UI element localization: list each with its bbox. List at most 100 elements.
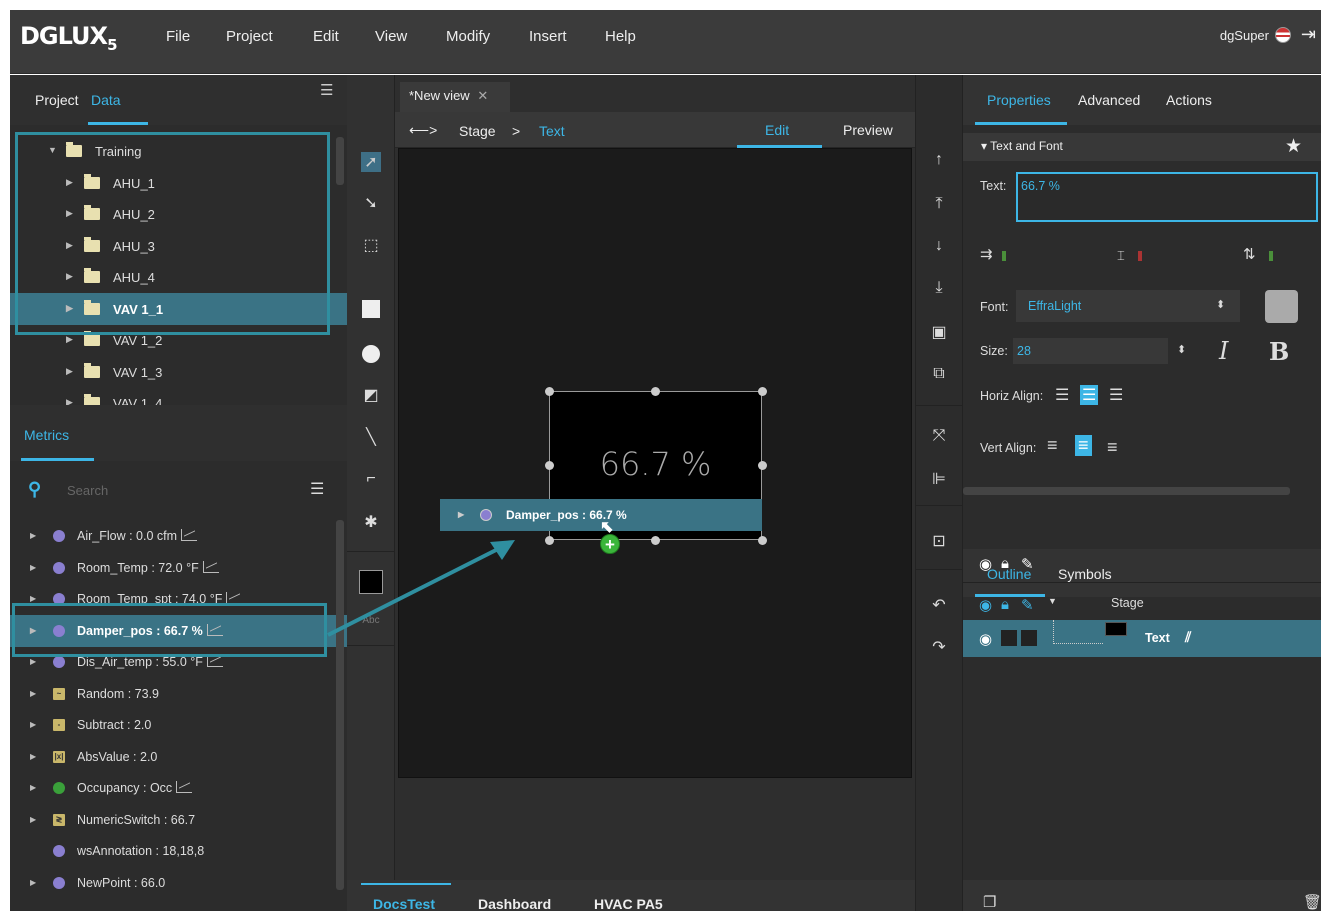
metric-item[interactable]: ▶ Occupancy : Occ — [10, 772, 347, 804]
lock-icon[interactable]: 🔒︎ — [1001, 555, 1009, 572]
wrap-icon[interactable]: ⇉ — [980, 245, 993, 263]
text-box-icon[interactable]: ⌶ — [1117, 248, 1125, 264]
stage-visibility-icon[interactable]: ◉ — [979, 596, 992, 614]
expand-arrow-icon[interactable]: ▶ — [30, 689, 36, 698]
tree-scrollbar[interactable] — [336, 137, 344, 185]
tab-data[interactable]: Data — [91, 92, 121, 108]
expand-arrow-icon[interactable]: ▶ — [66, 334, 73, 345]
duplicate-icon[interactable]: ❐ — [983, 893, 996, 911]
polygon-tool-icon[interactable]: ◩ — [361, 385, 381, 405]
align-bottom-icon[interactable]: ≡ — [1107, 437, 1118, 458]
redo-icon[interactable]: ↷ — [929, 637, 949, 657]
frame-icon[interactable]: ⊡ — [929, 531, 949, 551]
align-top-icon[interactable]: ≡ — [1047, 435, 1058, 456]
size-stepper-icon[interactable]: ⬍ — [1177, 343, 1186, 356]
properties-scrollbar[interactable] — [963, 487, 1290, 495]
menu-project[interactable]: Project — [226, 28, 273, 45]
tab-actions[interactable]: Actions — [1166, 92, 1212, 108]
bold-button[interactable]: B — [1269, 337, 1289, 366]
edit-icon[interactable]: ✎ — [1021, 555, 1034, 573]
select-tool-icon[interactable]: ➚ — [361, 152, 381, 172]
mode-edit[interactable]: Edit — [765, 122, 789, 138]
metric-item[interactable]: ▶ Air_Flow : 0.0 cfm — [10, 520, 347, 552]
tab-advanced[interactable]: Advanced — [1078, 92, 1140, 108]
curve-tool-icon[interactable]: ⌐ — [361, 470, 381, 490]
metric-item[interactable]: ▶ |x| AbsValue : 2.0 — [10, 741, 347, 773]
trend-chart-icon[interactable] — [202, 560, 219, 573]
resize-handle[interactable] — [758, 536, 767, 545]
trend-chart-icon[interactable] — [181, 529, 198, 541]
breadcrumb-stage[interactable]: Stage — [459, 123, 496, 139]
resize-handle[interactable] — [758, 461, 767, 470]
expand-arrow-icon[interactable]: ▶ — [30, 878, 36, 887]
search-icon[interactable]: ⚲ — [28, 479, 41, 500]
group-icon[interactable]: ▣ — [929, 322, 949, 342]
fit-icon[interactable]: ⤧ — [929, 427, 949, 445]
menu-edit[interactable]: Edit — [313, 28, 339, 45]
send-backward-icon[interactable]: ↓ — [929, 237, 949, 255]
metric-item[interactable]: ▶ NewPoint : 66.0 — [10, 867, 347, 899]
binding-icon[interactable]: ⫽ — [1185, 629, 1191, 646]
resize-handle[interactable] — [651, 536, 660, 545]
expand-arrow-icon[interactable]: ▶ — [30, 752, 36, 761]
menu-file[interactable]: File — [166, 28, 190, 45]
font-color-swatch[interactable] — [1265, 290, 1298, 323]
align-center-text-icon[interactable]: ☰ — [1080, 385, 1099, 405]
resize-handle[interactable] — [545, 536, 554, 545]
expand-arrow-icon[interactable]: ▶ — [30, 657, 36, 666]
trash-icon[interactable]: 🗑︎ — [1303, 893, 1321, 911]
align-middle-icon[interactable]: ≡ — [1075, 435, 1092, 456]
visibility-icon[interactable]: ◉ — [979, 555, 992, 573]
tab-docstest[interactable]: DocsTest — [373, 896, 435, 911]
align-left-icon[interactable]: ⊫ — [929, 469, 949, 489]
symbol-tool-icon[interactable]: ✱ — [361, 512, 381, 532]
menu-view[interactable]: View — [375, 28, 407, 45]
expand-arrow-icon[interactable]: ▶ — [30, 563, 36, 572]
language-flag-icon[interactable] — [1275, 27, 1291, 43]
logout-icon[interactable]: ⇥ — [1301, 24, 1316, 45]
size-input[interactable]: 28 — [1013, 338, 1168, 364]
text-lock-toggle[interactable] — [1001, 630, 1017, 646]
trend-chart-icon[interactable] — [176, 781, 193, 793]
tab-dashboard[interactable]: Dashboard — [478, 896, 551, 911]
resize-handle[interactable] — [545, 461, 554, 470]
resize-handle[interactable] — [651, 387, 660, 396]
font-select[interactable]: EffraLight ⬍ — [1016, 290, 1240, 322]
search-input[interactable]: Search — [67, 483, 108, 498]
back-forward-icon[interactable]: ⟵> — [409, 122, 437, 139]
metric-item[interactable]: ▶ ~ Random : 73.9 — [10, 678, 347, 710]
user-name[interactable]: dgSuper — [1220, 28, 1269, 43]
text-visibility-icon[interactable]: ◉ — [979, 630, 992, 648]
rectangle-tool-icon[interactable] — [362, 300, 380, 318]
resize-handle[interactable] — [758, 387, 767, 396]
list-view-icon[interactable]: ☰ — [320, 81, 333, 99]
ellipse-tool-icon[interactable] — [362, 345, 380, 363]
section-header[interactable]: ▾ Text and Font ★ — [963, 133, 1321, 161]
expand-arrow-icon[interactable]: ▶ — [30, 783, 36, 792]
align-left-text-icon[interactable]: ☰ — [1055, 385, 1069, 405]
favorite-star-icon[interactable]: ★ — [1285, 135, 1302, 158]
ungroup-icon[interactable]: ⧉ — [929, 365, 949, 383]
stage-edit-icon[interactable]: ✎ — [1021, 596, 1034, 614]
expand-arrow-icon[interactable]: ▶ — [30, 594, 36, 603]
marquee-select-icon[interactable]: ⬚ — [361, 235, 381, 255]
italic-button[interactable]: I — [1219, 337, 1228, 365]
outline-row-stage[interactable]: ◉ 🔒︎ ✎ ▼ Stage — [963, 588, 1321, 620]
expand-arrow-icon[interactable]: ▶ — [30, 531, 36, 540]
outline-row-text[interactable]: ◉ Text ⫽ — [963, 620, 1321, 657]
breadcrumb-text[interactable]: Text — [539, 123, 565, 139]
menu-insert[interactable]: Insert — [529, 28, 567, 45]
menu-help[interactable]: Help — [605, 28, 636, 45]
metric-item[interactable]: wsAnnotation : 18,18,8 — [10, 835, 347, 867]
text-input[interactable]: 66.7 % — [1016, 172, 1318, 222]
document-tab[interactable]: *New view ✕ — [400, 82, 510, 112]
stage-expand-icon[interactable]: ▼ — [1048, 596, 1057, 606]
bring-to-front-icon[interactable]: ⤒ — [929, 195, 949, 213]
close-tab-icon[interactable]: ✕ — [477, 88, 488, 103]
undo-icon[interactable]: ↶ — [929, 595, 949, 615]
sort-icon[interactable]: ⇅ — [1243, 245, 1256, 263]
filter-list-icon[interactable]: ☰ — [310, 479, 324, 499]
expand-arrow-icon[interactable]: ▶ — [66, 366, 73, 377]
tab-hvac-pa5[interactable]: HVAC PA5 — [594, 896, 663, 911]
mode-preview[interactable]: Preview — [843, 122, 893, 138]
